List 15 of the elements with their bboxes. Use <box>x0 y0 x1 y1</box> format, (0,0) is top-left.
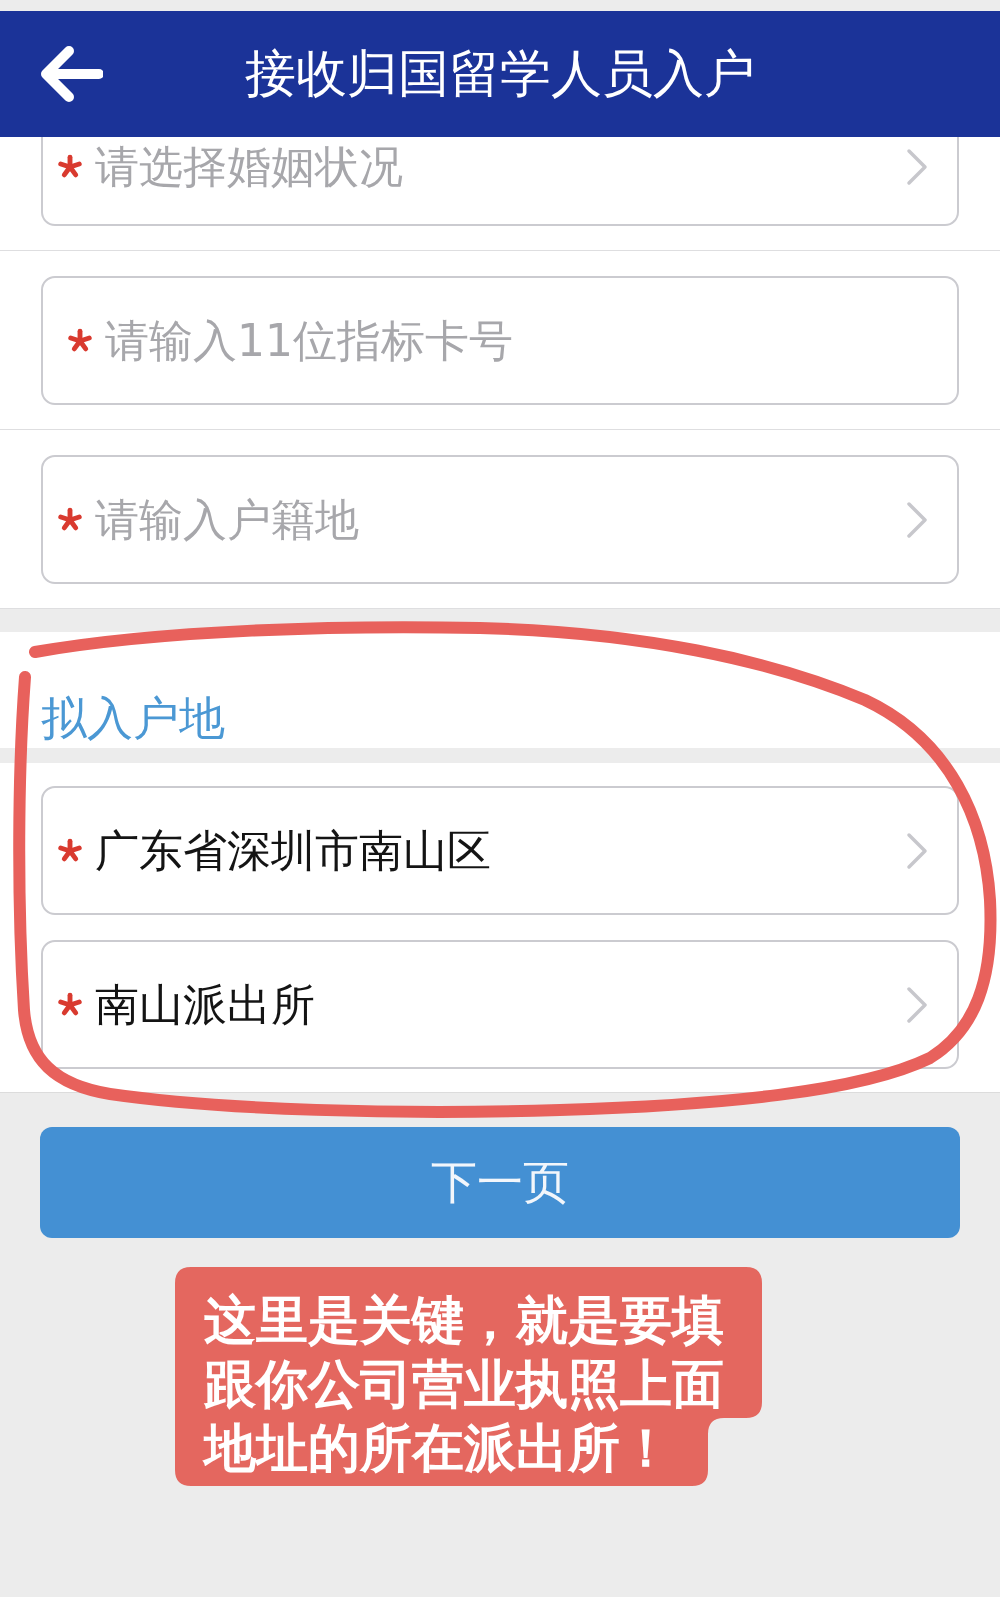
chevron-right-icon <box>906 148 928 186</box>
next-page-button[interactable]: 下一页 <box>40 1127 960 1238</box>
chevron-right-icon <box>906 985 928 1024</box>
back-button[interactable] <box>39 46 103 102</box>
select-field[interactable]: 请选择婚姻状况 <box>41 137 959 226</box>
chevron-right-icon <box>906 831 928 870</box>
select-field[interactable]: 南山派出所 <box>41 940 959 1069</box>
input-field[interactable]: 请输入11位指标卡号 <box>41 276 959 405</box>
arrow-left-icon <box>39 46 103 102</box>
page-title: 接收归国留学人员入户 <box>245 44 755 104</box>
select-field[interactable]: 请输入户籍地 <box>41 455 959 584</box>
chevron-right-icon <box>906 500 928 539</box>
annotation-callout: 这里是关键，就是要填跟你公司营业执照上面地址的所在派出所！ <box>175 1267 762 1486</box>
select-field[interactable]: 广东省深圳市南山区 <box>41 786 959 915</box>
section-title: 拟入户地 <box>0 632 1000 748</box>
